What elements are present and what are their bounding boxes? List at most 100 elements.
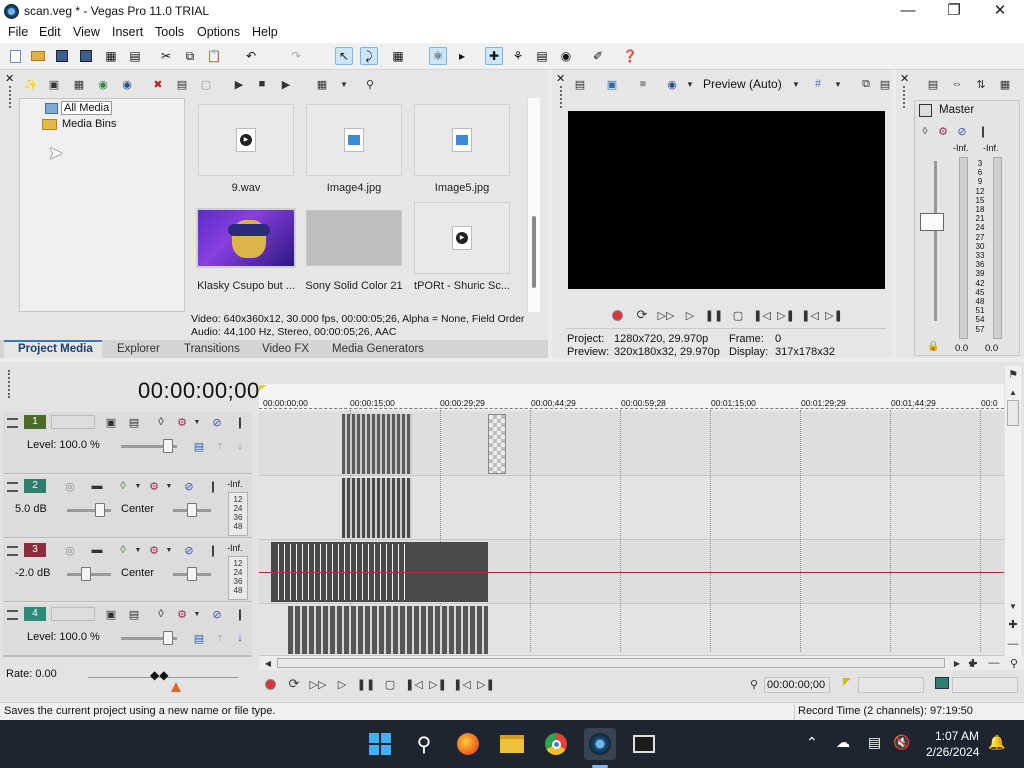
panel-close-icon[interactable]: ✕ bbox=[900, 72, 909, 85]
scroll-down-icon[interactable]: ▼ bbox=[1005, 598, 1021, 614]
split-screen-icon[interactable]: ■ bbox=[635, 76, 651, 92]
track-fx-gear-icon[interactable]: ⚙ bbox=[174, 606, 190, 622]
media-scrollbar-thumb[interactable] bbox=[532, 216, 536, 288]
compositing-mode-icon[interactable]: ▤ bbox=[191, 438, 207, 454]
event-pan-crop-icon[interactable]: ◉ bbox=[557, 47, 575, 65]
scroll-up-icon[interactable]: ▲ bbox=[1005, 384, 1021, 400]
track-fx-gear-icon[interactable]: ⚙ bbox=[146, 542, 162, 558]
vscroll-thumb[interactable] bbox=[1007, 400, 1019, 426]
cursor-time-field[interactable]: 00:00:00;00 bbox=[764, 677, 830, 693]
downmix-icon[interactable]: ⇔ bbox=[949, 76, 965, 92]
capture-video-icon[interactable]: ▣ bbox=[46, 76, 62, 92]
tab-video-fx[interactable]: Video FX bbox=[262, 343, 309, 355]
master-fader-knob[interactable] bbox=[920, 213, 944, 231]
undo-icon[interactable]: ↶ bbox=[242, 47, 260, 65]
media-properties-icon[interactable]: ▤ bbox=[174, 76, 190, 92]
notifications-icon[interactable]: 🔔 bbox=[988, 734, 1005, 751]
dropdown-icon[interactable]: ▼ bbox=[189, 414, 205, 430]
volume-envelope-line[interactable] bbox=[488, 572, 1004, 573]
track-fx-gear-icon[interactable]: ⚙ bbox=[174, 414, 190, 430]
network-icon[interactable]: ☁ bbox=[836, 734, 850, 751]
panel-close-icon[interactable]: ✕ bbox=[556, 72, 565, 85]
firefox-icon[interactable] bbox=[452, 728, 484, 760]
solo-icon[interactable]: ❙ bbox=[205, 542, 221, 558]
track-compositing-icon[interactable]: ▤ bbox=[126, 414, 142, 430]
level-slider-knob[interactable] bbox=[163, 631, 173, 645]
search-icon[interactable]: ⚲ bbox=[362, 76, 378, 92]
close-button[interactable]: ✕ bbox=[977, 0, 1023, 23]
pan-slider-knob[interactable] bbox=[187, 503, 197, 517]
track-fx-icon[interactable]: ◊ bbox=[153, 606, 169, 622]
scroll-left-icon[interactable]: ◀ bbox=[260, 655, 276, 671]
play-from-start-icon[interactable]: ▷▷ bbox=[310, 676, 327, 692]
hscroll-thumb[interactable] bbox=[277, 658, 945, 668]
image-event[interactable] bbox=[488, 414, 506, 474]
menu-view[interactable]: View bbox=[73, 25, 100, 39]
tab-project-media[interactable]: Project Media bbox=[4, 340, 102, 358]
paste-icon[interactable]: 📋 bbox=[205, 47, 223, 65]
media-thumb-image[interactable] bbox=[306, 104, 402, 176]
zoom-tool-icon[interactable]: ⚲ bbox=[1006, 655, 1022, 671]
views-dropdown-icon[interactable]: ▼ bbox=[336, 76, 352, 92]
panel-close-icon[interactable]: ✕ bbox=[5, 72, 14, 85]
media-thumb-audio[interactable]: ▶ bbox=[198, 104, 294, 176]
stop-icon[interactable]: ▢ bbox=[382, 676, 398, 692]
new-project-icon[interactable] bbox=[6, 47, 24, 65]
pause-icon[interactable]: ❚❚ bbox=[705, 307, 723, 323]
audio-event-block[interactable] bbox=[259, 542, 1004, 602]
track-motion-icon[interactable]: ▣ bbox=[103, 414, 119, 430]
track-collapse-icon[interactable] bbox=[7, 418, 18, 428]
tab-media-generators[interactable]: Media Generators bbox=[332, 343, 424, 355]
video-output-icon[interactable]: ▤ bbox=[572, 76, 588, 92]
media-bins-item[interactable]: Media Bins bbox=[62, 118, 116, 130]
clock-date[interactable]: 2/26/2024 bbox=[926, 745, 979, 759]
stop-icon[interactable]: ▢ bbox=[730, 307, 746, 323]
pan-slider-knob[interactable] bbox=[187, 567, 197, 581]
track-name-field[interactable] bbox=[51, 607, 95, 621]
invert-phase-icon[interactable]: ▬ bbox=[89, 542, 105, 558]
level-slider-knob[interactable] bbox=[163, 439, 173, 453]
menu-edit[interactable]: Edit bbox=[39, 25, 61, 39]
display-icon[interactable]: ▤ bbox=[868, 734, 881, 751]
media-scrollbar[interactable] bbox=[527, 98, 540, 312]
preview-quality-icon[interactable]: ◉ bbox=[664, 76, 680, 92]
make-parent-icon[interactable]: ↑ bbox=[212, 630, 228, 646]
auto-crossfade-icon[interactable]: ⚘ bbox=[509, 47, 527, 65]
film-app-icon[interactable] bbox=[628, 728, 660, 760]
whats-this-help-icon[interactable]: ❓ bbox=[621, 47, 639, 65]
track-collapse-icon[interactable] bbox=[7, 546, 18, 556]
tab-explorer[interactable]: Explorer bbox=[117, 343, 160, 355]
external-monitor-icon[interactable]: ▣ bbox=[604, 76, 620, 92]
track-header-2[interactable]: 2 ◎ ▬ ◊ ▼ ⚙ ▼ ⊘ ❙ -Inf. 5.0 dB Center 12… bbox=[3, 476, 252, 538]
play-icon[interactable]: ▷ bbox=[334, 676, 350, 692]
track-collapse-icon[interactable] bbox=[7, 482, 18, 492]
remove-media-icon[interactable]: ✖ bbox=[150, 76, 166, 92]
solo-icon[interactable]: ❙ bbox=[975, 123, 991, 139]
zoom-in-horizontal-icon[interactable]: ✚ bbox=[965, 655, 981, 671]
track-fx-gear-icon[interactable]: ⚙ bbox=[146, 478, 162, 494]
media-thumb-video[interactable] bbox=[196, 208, 296, 268]
mute-icon[interactable]: ⊘ bbox=[181, 478, 197, 494]
render-as-icon[interactable]: ▦ bbox=[102, 47, 120, 65]
scroll-right-icon[interactable]: ▶ bbox=[949, 655, 965, 671]
properties-icon[interactable]: ▤ bbox=[126, 47, 144, 65]
dropdown-icon[interactable]: ▼ bbox=[189, 606, 205, 622]
panel-grip[interactable] bbox=[9, 86, 12, 108]
dropdown-icon[interactable]: ▼ bbox=[161, 478, 177, 494]
zoom-out-horizontal-icon[interactable]: — bbox=[986, 655, 1002, 671]
audio-event-strip[interactable] bbox=[342, 478, 412, 538]
rate-pointer-icon[interactable] bbox=[171, 682, 181, 692]
video-preview-screen[interactable] bbox=[568, 111, 885, 289]
brush-icon[interactable]: ✐ bbox=[589, 47, 607, 65]
volume-slider-knob[interactable] bbox=[95, 503, 105, 517]
loop-playback-icon[interactable]: ⟳ bbox=[286, 676, 302, 692]
video-event-strip[interactable] bbox=[342, 414, 412, 474]
play-from-start-icon[interactable]: ▷▷ bbox=[658, 307, 675, 323]
track-collapse-icon[interactable] bbox=[7, 610, 18, 620]
solo-icon[interactable]: ❙ bbox=[232, 606, 248, 622]
menu-help[interactable]: Help bbox=[252, 25, 278, 39]
next-frame-icon[interactable]: ▷❚ bbox=[477, 676, 495, 692]
overlays-dropdown-icon[interactable]: ▼ bbox=[830, 76, 846, 92]
solo-icon[interactable]: ❙ bbox=[205, 478, 221, 494]
record-icon[interactable] bbox=[609, 307, 625, 323]
